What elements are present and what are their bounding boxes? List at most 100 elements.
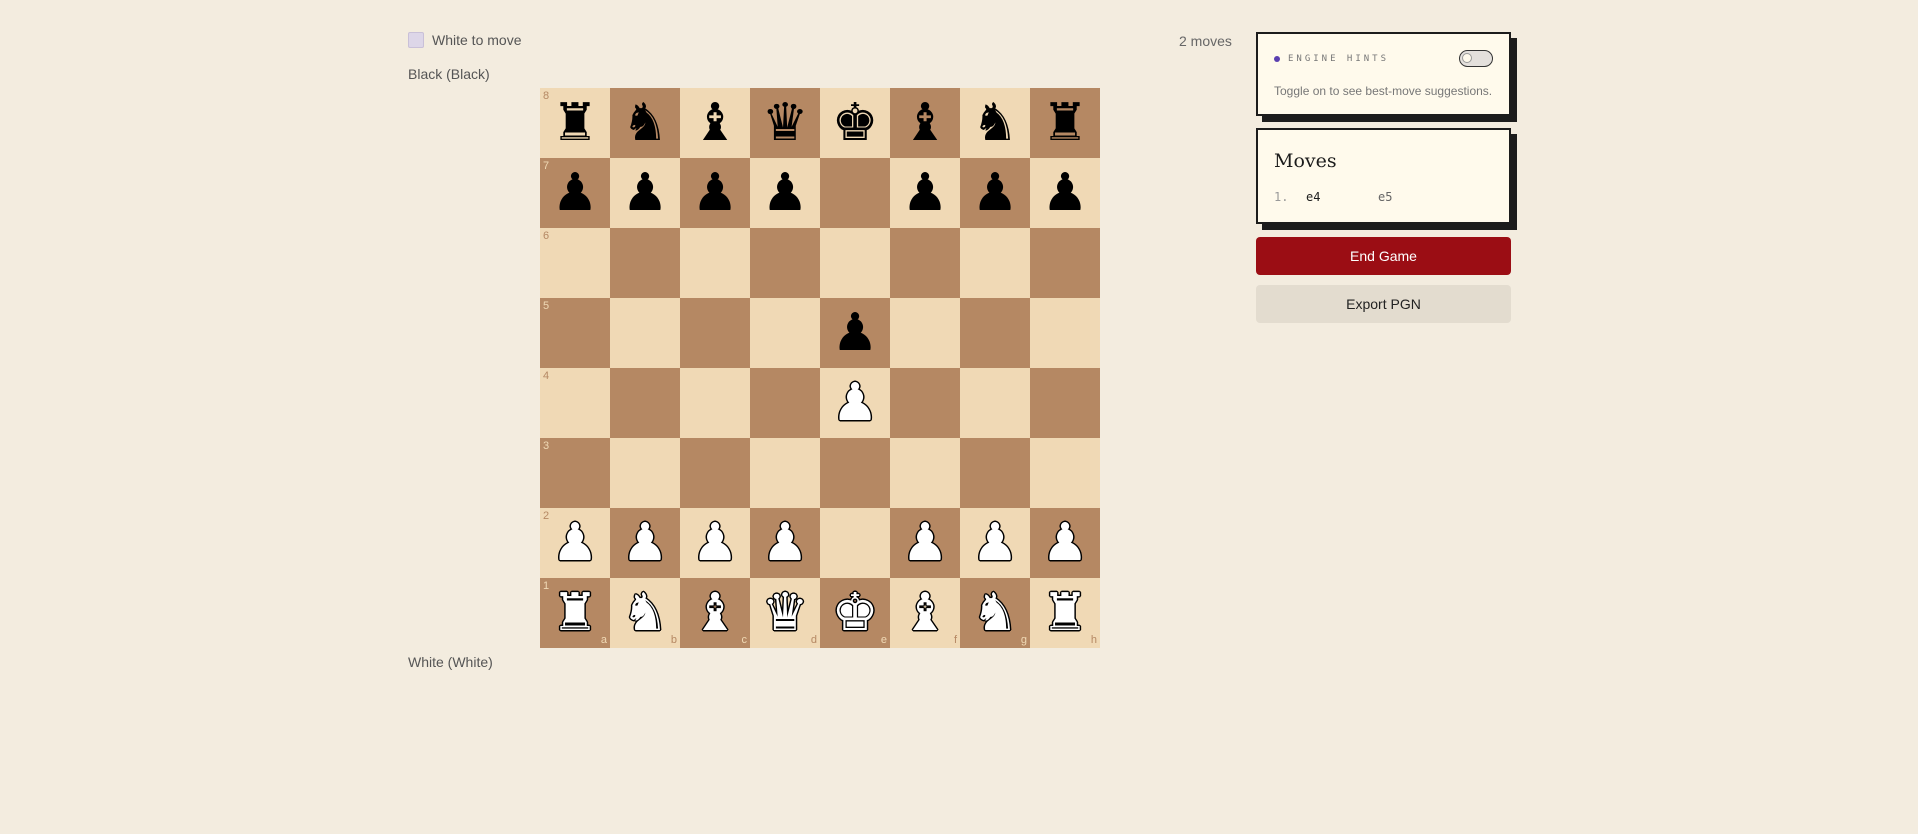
square-d6[interactable] — [750, 228, 820, 298]
square-e5[interactable]: ♟ — [820, 298, 890, 368]
square-g8[interactable]: ♞ — [960, 88, 1030, 158]
square-f5[interactable] — [890, 298, 960, 368]
black-king-icon[interactable]: ♚ — [832, 97, 879, 149]
white-pawn-icon[interactable]: ♟ — [692, 517, 739, 569]
square-h1[interactable]: h ♜ — [1030, 578, 1100, 648]
square-c2[interactable]: ♟ — [680, 508, 750, 578]
square-a2[interactable]: 2 ♟ — [540, 508, 610, 578]
square-e8[interactable]: ♚ — [820, 88, 890, 158]
square-g2[interactable]: ♟ — [960, 508, 1030, 578]
square-c1[interactable]: c ♝ — [680, 578, 750, 648]
square-b3[interactable] — [610, 438, 680, 508]
square-a8[interactable]: 8 ♜ — [540, 88, 610, 158]
square-a4[interactable]: 4 — [540, 368, 610, 438]
square-a7[interactable]: 7 ♟ — [540, 158, 610, 228]
white-rook-icon[interactable]: ♜ — [1042, 587, 1089, 639]
square-c4[interactable] — [680, 368, 750, 438]
square-d5[interactable] — [750, 298, 820, 368]
black-knight-icon[interactable]: ♞ — [622, 97, 669, 149]
white-rook-icon[interactable]: ♜ — [552, 587, 599, 639]
square-c5[interactable] — [680, 298, 750, 368]
export-pgn-button[interactable]: Export PGN — [1256, 285, 1511, 323]
engine-hints-toggle[interactable] — [1459, 50, 1493, 67]
square-b6[interactable] — [610, 228, 680, 298]
square-d8[interactable]: ♛ — [750, 88, 820, 158]
square-f3[interactable] — [890, 438, 960, 508]
black-bishop-icon[interactable]: ♝ — [692, 97, 739, 149]
white-pawn-icon[interactable]: ♟ — [1042, 517, 1089, 569]
chess-board[interactable]: 8 ♜ ♞ ♝ ♛ ♚ ♝ ♞ ♜ 7 ♟ ♟ ♟ ♟ ♟ ♟ ♟ 6 5 ♟ 4 ♟ 3 2 ♟ ♟ ♟ ♟ ♟ ♟ ♟ 1 a ♜ b ♞ c ♝ d ♛… — [540, 88, 1100, 648]
move-black[interactable]: e5 — [1378, 190, 1392, 204]
black-rook-icon[interactable]: ♜ — [552, 97, 599, 149]
square-h6[interactable] — [1030, 228, 1100, 298]
square-d4[interactable] — [750, 368, 820, 438]
white-pawn-icon[interactable]: ♟ — [762, 517, 809, 569]
square-f2[interactable]: ♟ — [890, 508, 960, 578]
square-a1[interactable]: 1 a ♜ — [540, 578, 610, 648]
black-rook-icon[interactable]: ♜ — [1042, 97, 1089, 149]
black-pawn-icon[interactable]: ♟ — [692, 167, 739, 219]
square-c3[interactable] — [680, 438, 750, 508]
white-knight-icon[interactable]: ♞ — [622, 587, 669, 639]
white-pawn-icon[interactable]: ♟ — [832, 377, 879, 429]
white-pawn-icon[interactable]: ♟ — [902, 517, 949, 569]
square-f8[interactable]: ♝ — [890, 88, 960, 158]
square-e2[interactable] — [820, 508, 890, 578]
square-g5[interactable] — [960, 298, 1030, 368]
black-queen-icon[interactable]: ♛ — [762, 97, 809, 149]
black-pawn-icon[interactable]: ♟ — [832, 307, 879, 359]
black-pawn-icon[interactable]: ♟ — [552, 167, 599, 219]
square-h7[interactable]: ♟ — [1030, 158, 1100, 228]
square-b5[interactable] — [610, 298, 680, 368]
square-b7[interactable]: ♟ — [610, 158, 680, 228]
square-b2[interactable]: ♟ — [610, 508, 680, 578]
square-g3[interactable] — [960, 438, 1030, 508]
white-pawn-icon[interactable]: ♟ — [552, 517, 599, 569]
square-a6[interactable]: 6 — [540, 228, 610, 298]
square-f4[interactable] — [890, 368, 960, 438]
square-g7[interactable]: ♟ — [960, 158, 1030, 228]
white-pawn-icon[interactable]: ♟ — [972, 517, 1019, 569]
white-knight-icon[interactable]: ♞ — [972, 587, 1019, 639]
square-e4[interactable]: ♟ — [820, 368, 890, 438]
square-c6[interactable] — [680, 228, 750, 298]
square-e7[interactable] — [820, 158, 890, 228]
black-bishop-icon[interactable]: ♝ — [902, 97, 949, 149]
square-c7[interactable]: ♟ — [680, 158, 750, 228]
black-pawn-icon[interactable]: ♟ — [902, 167, 949, 219]
square-e3[interactable] — [820, 438, 890, 508]
square-d2[interactable]: ♟ — [750, 508, 820, 578]
white-bishop-icon[interactable]: ♝ — [902, 587, 949, 639]
square-a3[interactable]: 3 — [540, 438, 610, 508]
white-queen-icon[interactable]: ♛ — [762, 587, 809, 639]
end-game-button[interactable]: End Game — [1256, 237, 1511, 275]
square-b4[interactable] — [610, 368, 680, 438]
square-f6[interactable] — [890, 228, 960, 298]
square-d3[interactable] — [750, 438, 820, 508]
square-b8[interactable]: ♞ — [610, 88, 680, 158]
square-h3[interactable] — [1030, 438, 1100, 508]
square-e6[interactable] — [820, 228, 890, 298]
square-g6[interactable] — [960, 228, 1030, 298]
square-d7[interactable]: ♟ — [750, 158, 820, 228]
black-knight-icon[interactable]: ♞ — [972, 97, 1019, 149]
white-bishop-icon[interactable]: ♝ — [692, 587, 739, 639]
square-f7[interactable]: ♟ — [890, 158, 960, 228]
square-b1[interactable]: b ♞ — [610, 578, 680, 648]
square-c8[interactable]: ♝ — [680, 88, 750, 158]
square-h4[interactable] — [1030, 368, 1100, 438]
black-pawn-icon[interactable]: ♟ — [1042, 167, 1089, 219]
black-pawn-icon[interactable]: ♟ — [972, 167, 1019, 219]
square-d1[interactable]: d ♛ — [750, 578, 820, 648]
square-h8[interactable]: ♜ — [1030, 88, 1100, 158]
square-g4[interactable] — [960, 368, 1030, 438]
white-pawn-icon[interactable]: ♟ — [622, 517, 669, 569]
square-f1[interactable]: f ♝ — [890, 578, 960, 648]
move-white[interactable]: e4 — [1306, 190, 1378, 204]
black-pawn-icon[interactable]: ♟ — [622, 167, 669, 219]
square-e1[interactable]: e ♚ — [820, 578, 890, 648]
square-a5[interactable]: 5 — [540, 298, 610, 368]
square-h5[interactable] — [1030, 298, 1100, 368]
square-g1[interactable]: g ♞ — [960, 578, 1030, 648]
white-king-icon[interactable]: ♚ — [832, 587, 879, 639]
